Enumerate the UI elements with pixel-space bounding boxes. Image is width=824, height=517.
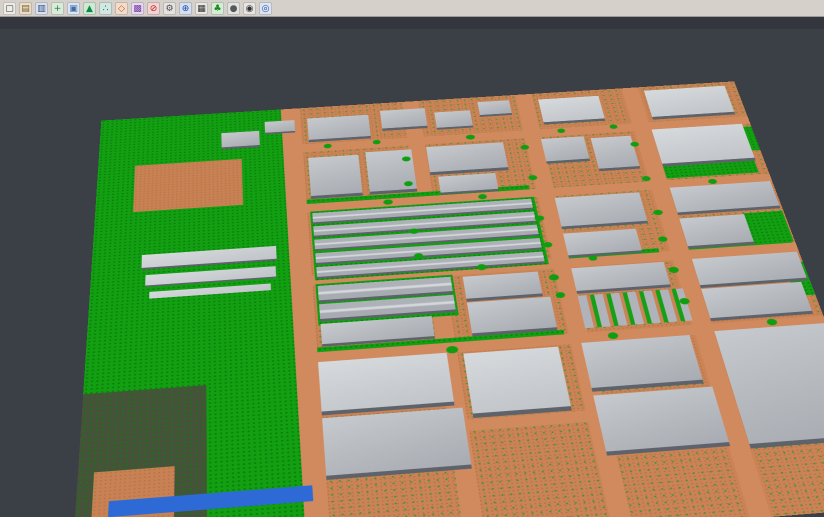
classification-icon[interactable]: ▩ — [131, 2, 144, 15]
bare-ground-patch — [133, 159, 243, 212]
mesh-icon[interactable]: ◇ — [115, 2, 128, 15]
reset-view-icon[interactable]: ⊘ — [147, 2, 160, 15]
building-roof — [308, 155, 362, 196]
building-roof — [591, 136, 640, 169]
model-viewport-3d[interactable] — [0, 17, 824, 517]
viewport-top-shade — [0, 17, 824, 29]
application-window: ▢▤▥+▣▲∴◇▩⊘⚙⊕▦♣●◉◎ — [0, 0, 824, 517]
storage-units — [578, 288, 693, 328]
camera-icon[interactable]: ◉ — [243, 2, 256, 15]
zoom-icon[interactable]: ⊕ — [179, 2, 192, 15]
toolbar: ▢▤▥+▣▲∴◇▩⊘⚙⊕▦♣●◉◎ — [0, 0, 824, 17]
settings-icon[interactable]: ⚙ — [163, 2, 176, 15]
model-icon[interactable]: ● — [227, 2, 240, 15]
info-icon[interactable]: ◎ — [259, 2, 272, 15]
point-cloud-icon[interactable]: ∴ — [99, 2, 112, 15]
save-project-icon[interactable]: ▥ — [35, 2, 48, 15]
new-project-icon[interactable]: ▢ — [3, 2, 16, 15]
grid-icon[interactable]: ▦ — [195, 2, 208, 15]
toolbar-icons: ▢▤▥+▣▲∴◇▩⊘⚙⊕▦♣●◉◎ — [3, 2, 272, 15]
building-roof — [541, 136, 589, 161]
building-roof — [463, 347, 571, 414]
building-roof — [593, 387, 729, 452]
open-project-icon[interactable]: ▤ — [19, 2, 32, 15]
vegetation-class-icon[interactable]: ♣ — [211, 2, 224, 15]
add-photos-icon[interactable]: + — [51, 2, 64, 15]
terrain-icon[interactable]: ▲ — [83, 2, 96, 15]
image-icon[interactable]: ▣ — [67, 2, 80, 15]
scene — [71, 81, 824, 517]
